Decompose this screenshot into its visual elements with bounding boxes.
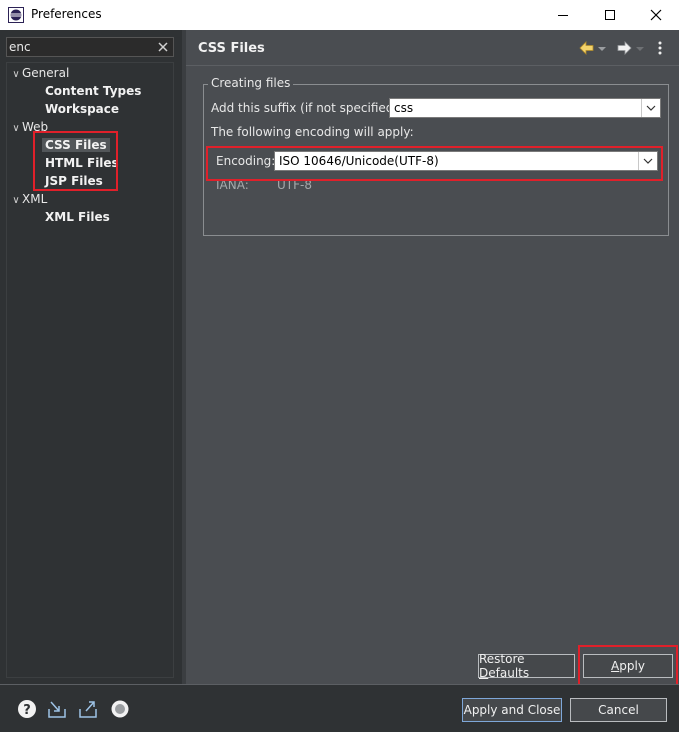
import-icon[interactable] (47, 699, 67, 719)
tree-node-web[interactable]: ∨ Web (10, 118, 48, 136)
expand-chevron-icon[interactable]: ∨ (10, 192, 22, 210)
forward-menu-chevron-icon[interactable] (635, 40, 645, 56)
apply-and-close-button[interactable]: Apply and Close (462, 698, 562, 722)
tree-item-workspace[interactable]: Workspace (45, 100, 119, 118)
title-bar: Preferences (0, 0, 679, 30)
dialog-footer: ? Apply and Close Cancel (0, 685, 679, 732)
restore-defaults-label: Restore Defaults (479, 652, 530, 680)
iana-label: IANA: (216, 178, 249, 192)
tree-item-css-files[interactable]: CSS Files (42, 136, 110, 154)
iana-value: UTF-8 (277, 178, 312, 192)
tree-item-label: Workspace (45, 102, 120, 116)
chevron-down-icon[interactable] (638, 152, 657, 170)
encoding-value: ISO 10646/Unicode(UTF-8) (279, 154, 439, 168)
arrow-left-icon[interactable] (578, 40, 596, 56)
filter-input[interactable] (9, 38, 149, 56)
tree-item-label: XML Files (45, 210, 110, 224)
export-icon[interactable] (78, 699, 98, 719)
close-button[interactable] (633, 0, 679, 30)
tree-item-label: Content Types (45, 84, 142, 98)
tree-node-label: XML (22, 192, 48, 206)
arrow-right-icon[interactable] (615, 40, 633, 56)
tree-node-general[interactable]: ∨ General (10, 64, 69, 82)
expand-chevron-icon[interactable]: ∨ (10, 120, 22, 138)
svg-text:?: ? (23, 703, 31, 718)
minimize-icon (558, 15, 568, 16)
tree-item-xml-files[interactable]: XML Files (45, 208, 110, 226)
page-title: CSS Files (198, 41, 265, 56)
minimize-button[interactable] (540, 0, 586, 30)
suffix-value: css (394, 101, 414, 115)
tree-item-label: HTML Files (45, 156, 119, 170)
vertical-ellipsis-icon[interactable] (656, 40, 664, 56)
back-menu-chevron-icon[interactable] (597, 40, 607, 56)
tree-node-label: Web (22, 120, 49, 134)
expand-chevron-icon[interactable]: ∨ (10, 66, 22, 84)
clear-filter-icon[interactable] (156, 40, 170, 54)
close-icon (650, 9, 662, 21)
apply-label: Apply (611, 659, 645, 673)
encoding-label: Encoding: (216, 154, 276, 168)
apply-button[interactable]: Apply (583, 654, 673, 678)
suffix-label: Add this suffix (if not specified): (211, 101, 403, 115)
preference-page: CSS Files Creating files Add this suffix… (186, 30, 679, 684)
restore-defaults-button[interactable]: Restore Defaults (478, 652, 575, 680)
cancel-label: Cancel (598, 703, 639, 717)
record-icon[interactable] (110, 699, 130, 719)
encoding-combo[interactable]: ISO 10646/Unicode(UTF-8) (274, 151, 658, 171)
maximize-icon (605, 10, 615, 20)
tree-item-label: CSS Files (42, 138, 110, 152)
encoding-note: The following encoding will apply: (211, 125, 414, 139)
maximize-button[interactable] (587, 0, 633, 30)
cancel-button[interactable]: Cancel (570, 698, 667, 722)
preferences-tree: ∨ General Content Types Workspace ∨ Web CS… (6, 62, 174, 678)
window-title: Preferences (31, 7, 102, 21)
chevron-down-icon[interactable] (641, 99, 660, 117)
tree-node-xml[interactable]: ∨ XML (10, 190, 47, 208)
group-title: Creating files (208, 76, 294, 90)
filter-box (6, 37, 174, 57)
help-icon[interactable]: ? (17, 699, 37, 719)
tree-item-html-files[interactable]: HTML Files (45, 154, 119, 172)
tree-item-content-types[interactable]: Content Types (45, 82, 141, 100)
tree-node-label: General (22, 66, 70, 80)
tree-item-jsp-files[interactable]: JSP Files (45, 172, 103, 190)
page-header: CSS Files (186, 30, 679, 66)
tree-item-label: JSP Files (45, 174, 103, 188)
suffix-combo[interactable]: css (389, 98, 661, 118)
apply-and-close-label: Apply and Close (463, 703, 561, 717)
left-pane: ∨General Content Types Workspace ∨Web CS… (0, 30, 182, 684)
eclipse-icon (8, 7, 24, 23)
